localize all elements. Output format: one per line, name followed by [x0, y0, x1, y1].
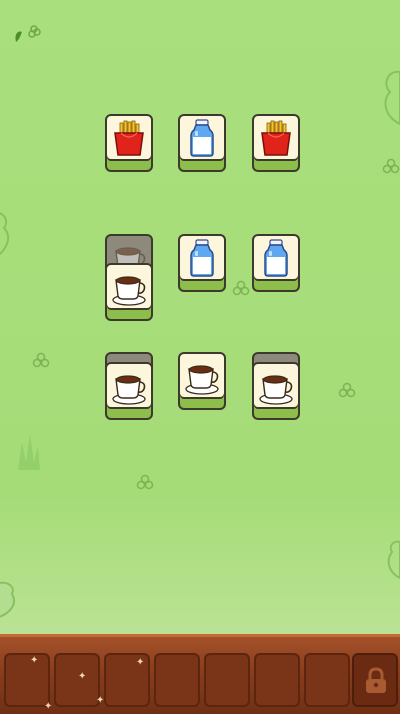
tray-slot: [54, 653, 100, 707]
tile-tray: ✦ ✦ ✦ ✦ ✦: [0, 634, 400, 714]
tray-slot: [204, 653, 250, 707]
sparkle-decoration: ✦: [78, 671, 87, 682]
milk-bottle-icon: [264, 239, 288, 277]
tile-milk[interactable]: [178, 234, 226, 292]
sparkle-decoration: ✦: [30, 655, 39, 666]
milk-bottle-icon: [190, 239, 214, 277]
sparkle-decoration: ✦: [44, 701, 53, 712]
tile-coffee[interactable]: [105, 263, 153, 321]
coffee-cup-icon: [185, 365, 219, 395]
fries-icon: [261, 120, 291, 156]
tile-coffee[interactable]: [178, 352, 226, 410]
coffee-cup-icon: [259, 375, 293, 405]
lock-icon: [366, 667, 386, 693]
sparkle-decoration: ✦: [136, 657, 145, 668]
coffee-cup-icon: [112, 276, 146, 306]
locked-slot-button[interactable]: [352, 653, 398, 707]
tile-milk[interactable]: [178, 114, 226, 172]
tile-fries[interactable]: [252, 114, 300, 172]
tile-fries[interactable]: [105, 114, 153, 172]
tile-coffee[interactable]: [105, 362, 153, 420]
tile-coffee[interactable]: [252, 362, 300, 420]
tile-milk[interactable]: [252, 234, 300, 292]
tray-slot: [154, 653, 200, 707]
tray-slot: [4, 653, 50, 707]
coffee-cup-icon: [112, 375, 146, 405]
milk-bottle-icon: [190, 119, 214, 157]
sparkle-decoration: ✦: [96, 695, 105, 706]
tray-slot: [254, 653, 300, 707]
game-board: [0, 0, 400, 640]
tray-slot: [304, 653, 350, 707]
fries-icon: [114, 120, 144, 156]
